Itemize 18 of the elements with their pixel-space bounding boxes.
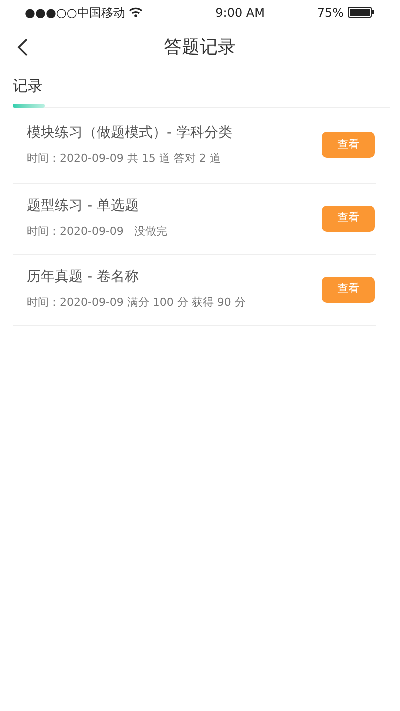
back-icon[interactable] — [17, 38, 29, 57]
record-title: 题型练习 - 单选题 — [27, 197, 140, 216]
tab[interactable]: 记录 — [13, 75, 43, 104]
record-details: 时间：2020-09-09 没做完 — [27, 224, 168, 240]
record-title: 模块练习（做题模式）- 学科分类 — [27, 124, 233, 143]
record-title: 历年真题 - 卷名称 — [27, 268, 140, 288]
clock: 9:00 AM — [216, 4, 265, 22]
view-button[interactable]: 查看 — [322, 132, 375, 158]
view-button[interactable]: 查看 — [322, 276, 375, 302]
carrier-label: ●●●○○中国移动 — [25, 4, 126, 22]
battery-icon — [348, 7, 375, 18]
wifi-icon — [129, 7, 144, 18]
record-details: 时间：2020-09-09 共 15 道 答对 2 道 — [27, 150, 222, 167]
view-button[interactable]: 查看 — [322, 206, 375, 232]
record-details: 时间：2020-09-09 满分 100 分 获得 90 分 — [27, 295, 246, 312]
tab-indicator — [13, 104, 45, 108]
battery-percentage: 75% — [317, 4, 344, 22]
page-title: 答题记录 — [164, 36, 236, 60]
